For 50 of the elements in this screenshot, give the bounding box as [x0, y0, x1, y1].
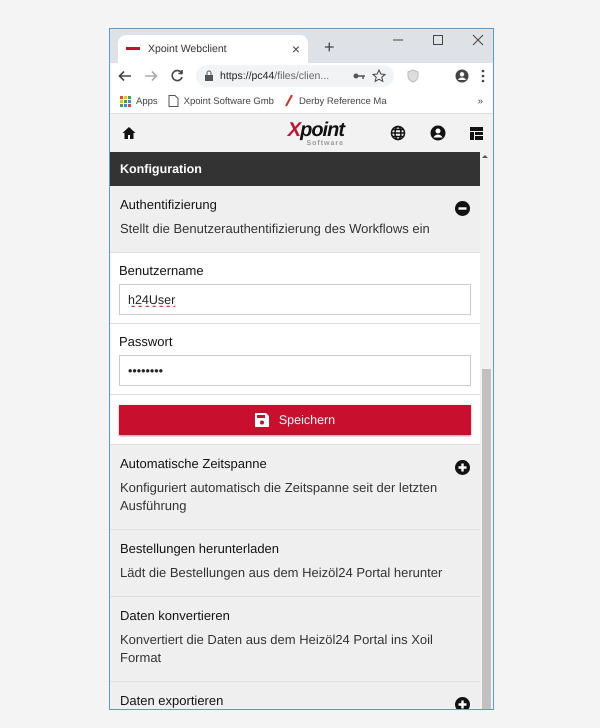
new-tab-button[interactable]: +: [318, 36, 341, 59]
tab-close-button[interactable]: ×: [292, 41, 300, 57]
home-icon[interactable]: [122, 126, 136, 140]
workflow-step[interactable]: Automatische Zeitspanne Konfiguriert automatisch die Zeitspanne seit der letzten Ausführung: [110, 445, 480, 530]
close-icon[interactable]: [471, 33, 485, 47]
browser-tab[interactable]: Xpoint Webclient ×: [118, 35, 308, 63]
bookmark-link[interactable]: Derby Reference Ma: [284, 95, 387, 107]
step-description: Konvertiert die Daten aus dem Heizöl24 Portal ins Xoil Format: [120, 631, 434, 667]
save-button[interactable]: Speichern: [119, 405, 471, 435]
expand-icon[interactable]: [455, 460, 470, 475]
pen-icon: [284, 95, 294, 107]
tab-title: Xpoint Webclient: [148, 43, 228, 55]
more-menu-icon[interactable]: [481, 69, 485, 83]
step-description: Stellt die Benutzerauthentifizierung des Workflows ein: [120, 220, 431, 238]
page-icon: [168, 95, 179, 107]
lock-icon: [204, 70, 214, 82]
step-title: Authentifizierung: [120, 197, 218, 212]
dashboard-icon[interactable]: [470, 126, 483, 140]
profile-icon[interactable]: [455, 69, 469, 83]
field-label: Passwort: [119, 334, 174, 349]
step-description: Lädt die Bestellungen aus dem Heizöl24 Portal herunter: [120, 564, 444, 582]
workflow-step[interactable]: Daten konvertieren Konvertiert die Daten aus dem Heizöl24 Portal ins Xoil Format: [110, 597, 480, 682]
workflow-step[interactable]: Bestellungen herunterladen Lädt die Bestellungen aus dem Heizöl24 Portal herunter: [110, 530, 480, 597]
username-field[interactable]: h24User: [119, 284, 471, 315]
workflow-step[interactable]: Daten exportieren: [110, 682, 480, 709]
bookmark-link[interactable]: Xpoint Software Gmb: [168, 95, 274, 107]
reload-icon[interactable]: [170, 69, 184, 83]
workflow-step[interactable]: Authentifizierung Stellt die Benutzerauthentifizierung des Workflows ein: [110, 186, 480, 253]
field-label: Benutzername: [119, 263, 205, 278]
back-arrow-icon[interactable]: [118, 69, 132, 83]
maximize-icon[interactable]: [431, 33, 445, 47]
globe-icon[interactable]: [390, 125, 406, 141]
step-title: Daten konvertieren: [120, 608, 231, 623]
scrollbar[interactable]: [480, 152, 493, 709]
expand-icon[interactable]: [455, 697, 470, 709]
url-text: https://pc44/files/clien...: [220, 70, 330, 82]
address-bar[interactable]: https://pc44/files/clien...: [196, 65, 394, 87]
key-icon[interactable]: [353, 71, 366, 81]
step-description: Konfiguriert automatisch die Zeitspanne seit der letzten Ausführung: [120, 479, 438, 515]
user-icon[interactable]: [430, 125, 446, 141]
step-title: Bestellungen herunterladen: [120, 541, 280, 556]
bookmark-link[interactable]: Apps: [120, 96, 158, 106]
password-field[interactable]: ••••••••: [119, 355, 471, 386]
star-icon[interactable]: [372, 69, 386, 83]
section-title: Konfiguration: [110, 152, 480, 186]
step-title: Automatische Zeitspanne: [120, 456, 268, 471]
apps-grid-icon: [120, 96, 131, 106]
step-title: Daten exportieren: [120, 693, 224, 708]
more-bookmarks-button[interactable]: »: [478, 96, 483, 106]
collapse-icon[interactable]: [455, 201, 470, 216]
